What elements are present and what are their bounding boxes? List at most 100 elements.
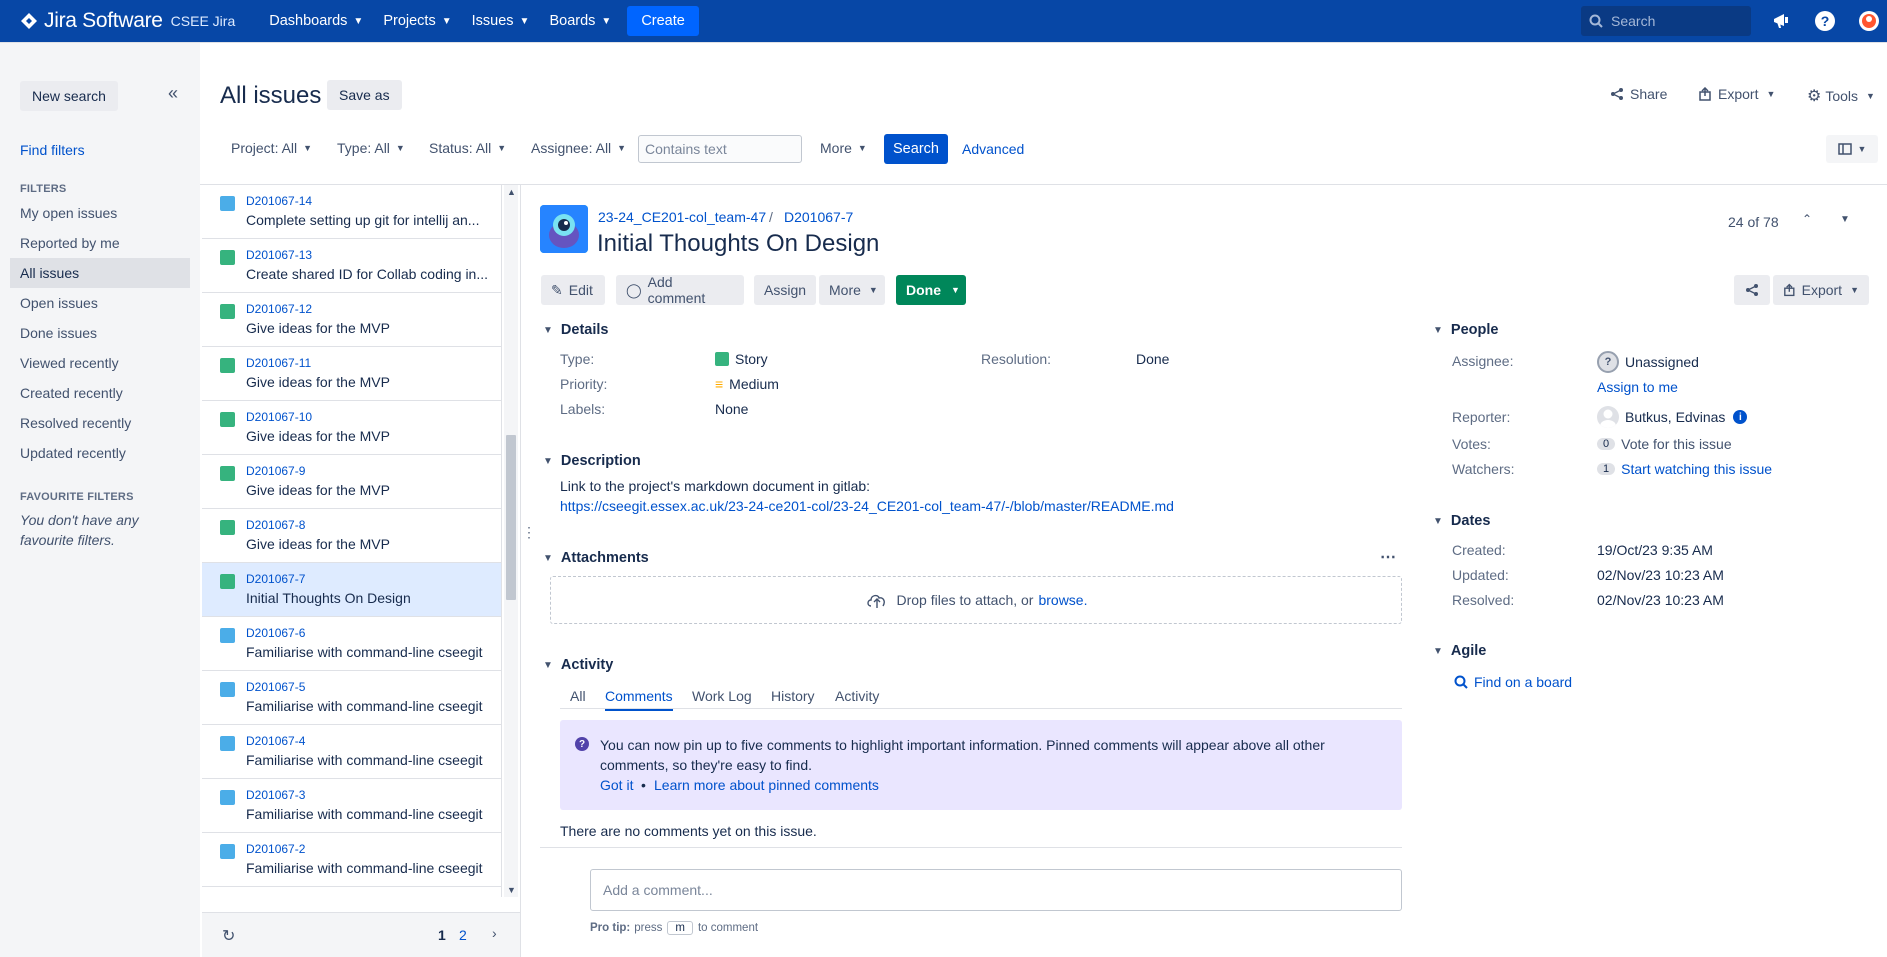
list-item[interactable]: D201067-6 Familiarise with command-line c…: [202, 617, 501, 671]
info-icon[interactable]: i: [1733, 410, 1748, 424]
tools-menu-button[interactable]: ⚙ Tools ▼: [1807, 86, 1875, 106]
task-icon: [220, 196, 235, 211]
scroll-down-icon[interactable]: ▼: [507, 885, 516, 895]
create-button[interactable]: Create: [627, 6, 699, 36]
global-search-input[interactable]: Search: [1581, 6, 1751, 36]
list-item-selected[interactable]: D201067-7 Initial Thoughts On Design: [202, 563, 501, 617]
list-item[interactable]: D201067-13 Create shared ID for Collab co…: [202, 239, 501, 293]
advanced-search-link[interactable]: Advanced: [962, 141, 1024, 157]
agile-section-toggle[interactable]: ▼ Agile: [1433, 643, 1486, 659]
issue-key: D201067-14: [246, 194, 313, 208]
assign-button[interactable]: Assign: [754, 275, 816, 305]
edit-button[interactable]: ✎ Edit: [541, 275, 605, 305]
scroll-up-icon[interactable]: ▲: [507, 187, 516, 197]
list-item[interactable]: D201067-8 Give ideas for the MVP: [202, 509, 501, 563]
nav-boards-label: Boards: [549, 13, 596, 29]
attachments-section-toggle[interactable]: ▼ Attachments: [543, 550, 649, 566]
list-item[interactable]: D201067-9 Give ideas for the MVP: [202, 455, 501, 509]
find-on-board-link[interactable]: Find on a board: [1454, 674, 1572, 690]
sidebar-item-created-recently[interactable]: Created recently: [10, 378, 190, 408]
description-section-toggle[interactable]: ▼ Description: [543, 453, 641, 469]
list-item[interactable]: D201067-3 Familiarise with command-line c…: [202, 779, 501, 833]
sidebar-item-done-issues[interactable]: Done issues: [10, 318, 190, 348]
previous-issue-icon[interactable]: ⌃: [1802, 212, 1812, 226]
assignee-filter[interactable]: Assignee: All ▼: [531, 140, 626, 156]
next-page-icon[interactable]: ›: [492, 925, 497, 941]
pro-tip-key: m: [667, 921, 693, 935]
activity-section-toggle[interactable]: ▼ Activity: [543, 657, 613, 673]
jira-logo[interactable]: Jira Software CSEE Jira: [20, 9, 235, 33]
status-filter[interactable]: Status: All ▼: [429, 140, 506, 156]
watch-issue-link[interactable]: Start watching this issue: [1621, 461, 1772, 477]
tab-all[interactable]: All: [570, 688, 586, 704]
export-issue-button[interactable]: Export ▼: [1773, 275, 1869, 305]
announcements-icon[interactable]: [1770, 8, 1796, 34]
scrollbar-thumb[interactable]: [506, 435, 516, 600]
more-options-icon[interactable]: ⋯: [1380, 547, 1396, 567]
chevron-down-icon: ▼: [543, 659, 553, 671]
contains-text-input[interactable]: Contains text: [638, 135, 802, 163]
search-button[interactable]: Search: [884, 134, 948, 164]
export-menu-button[interactable]: Export ▼: [1698, 86, 1775, 102]
list-item[interactable]: D201067-11 Give ideas for the MVP: [202, 347, 501, 401]
nav-projects[interactable]: Projects ▼: [373, 0, 461, 42]
got-it-link[interactable]: Got it: [600, 777, 633, 793]
add-comment-button[interactable]: ◯ Add comment: [616, 274, 744, 306]
project-filter[interactable]: Project: All ▼: [231, 140, 312, 156]
learn-more-pinned-link[interactable]: Learn more about pinned comments: [654, 777, 879, 793]
list-item[interactable]: D201067-10 Give ideas for the MVP: [202, 401, 501, 455]
nav-issues[interactable]: Issues ▼: [462, 0, 540, 42]
list-item[interactable]: D201067-12 Give ideas for the MVP: [202, 293, 501, 347]
new-search-button[interactable]: New search: [20, 81, 118, 111]
page-2-link[interactable]: 2: [459, 927, 467, 943]
more-filters-button[interactable]: More ▼: [820, 140, 867, 156]
issue-key-link[interactable]: D201067-7: [784, 209, 853, 225]
save-as-button[interactable]: Save as: [327, 80, 402, 110]
attachment-dropzone[interactable]: Drop files to attach, or browse.: [550, 576, 1402, 624]
sidebar-item-viewed-recently[interactable]: Viewed recently: [10, 348, 190, 378]
refresh-icon[interactable]: ↻: [222, 926, 235, 946]
list-item[interactable]: D201067-5 Familiarise with command-line c…: [202, 671, 501, 725]
tab-activity[interactable]: Activity: [835, 688, 879, 704]
layout-switcher-button[interactable]: ▼: [1826, 135, 1878, 163]
dates-section-toggle[interactable]: ▼ Dates: [1433, 513, 1490, 529]
user-avatar-icon[interactable]: [1856, 8, 1882, 34]
more-actions-button[interactable]: More ▼: [819, 275, 885, 305]
tab-history[interactable]: History: [771, 688, 815, 704]
assign-to-me-link[interactable]: Assign to me: [1597, 379, 1678, 395]
next-issue-icon[interactable]: ▼: [1840, 214, 1850, 225]
sidebar-item-reported-by-me[interactable]: Reported by me: [10, 228, 190, 258]
nav-dashboards[interactable]: Dashboards ▼: [259, 0, 373, 42]
help-icon[interactable]: ?: [1812, 8, 1838, 34]
info-text-line1: You can now pin up to five comments to h…: [600, 737, 1325, 753]
page-1[interactable]: 1: [438, 927, 446, 943]
resize-handle[interactable]: ⋮: [522, 524, 536, 541]
nav-boards[interactable]: Boards ▼: [539, 0, 621, 42]
sidebar-item-updated-recently[interactable]: Updated recently: [10, 438, 190, 468]
share-button[interactable]: Share: [1610, 86, 1667, 102]
project-breadcrumb-link[interactable]: 23-24_CE201-col_team-47: [598, 209, 766, 225]
resolution-value: Done: [1136, 351, 1170, 367]
find-filters-link[interactable]: Find filters: [20, 142, 85, 158]
list-item[interactable]: D201067-4 Familiarise with command-line c…: [202, 725, 501, 779]
status-done-button[interactable]: Done ▼: [896, 275, 966, 305]
issue-list-scrollbar[interactable]: ▲ ▼: [504, 185, 518, 897]
list-item[interactable]: D201067-14 Complete setting up git for in…: [202, 185, 501, 239]
list-item[interactable]: D201067-2 Familiarise with command-line c…: [202, 833, 501, 887]
divider: [560, 708, 1402, 709]
details-section-toggle[interactable]: ▼ Details: [543, 322, 608, 338]
vote-link[interactable]: Vote for this issue: [1621, 436, 1732, 452]
description-readme-link[interactable]: https://cseegit.essex.ac.uk/23-24-ce201-…: [560, 498, 1174, 514]
people-section-toggle[interactable]: ▼ People: [1433, 322, 1498, 338]
sidebar-item-my-open-issues[interactable]: My open issues: [10, 198, 190, 228]
browse-link[interactable]: browse.: [1038, 592, 1087, 608]
sidebar-item-resolved-recently[interactable]: Resolved recently: [10, 408, 190, 438]
collapse-sidebar-icon[interactable]: «: [168, 83, 178, 104]
type-filter[interactable]: Type: All ▼: [337, 140, 405, 156]
chevron-down-icon: ▼: [441, 15, 452, 27]
share-issue-button[interactable]: [1734, 275, 1770, 305]
sidebar-item-all-issues[interactable]: All issues: [10, 258, 190, 288]
tab-work-log[interactable]: Work Log: [692, 688, 752, 704]
add-comment-input[interactable]: Add a comment...: [590, 869, 1402, 911]
sidebar-item-open-issues[interactable]: Open issues: [10, 288, 190, 318]
